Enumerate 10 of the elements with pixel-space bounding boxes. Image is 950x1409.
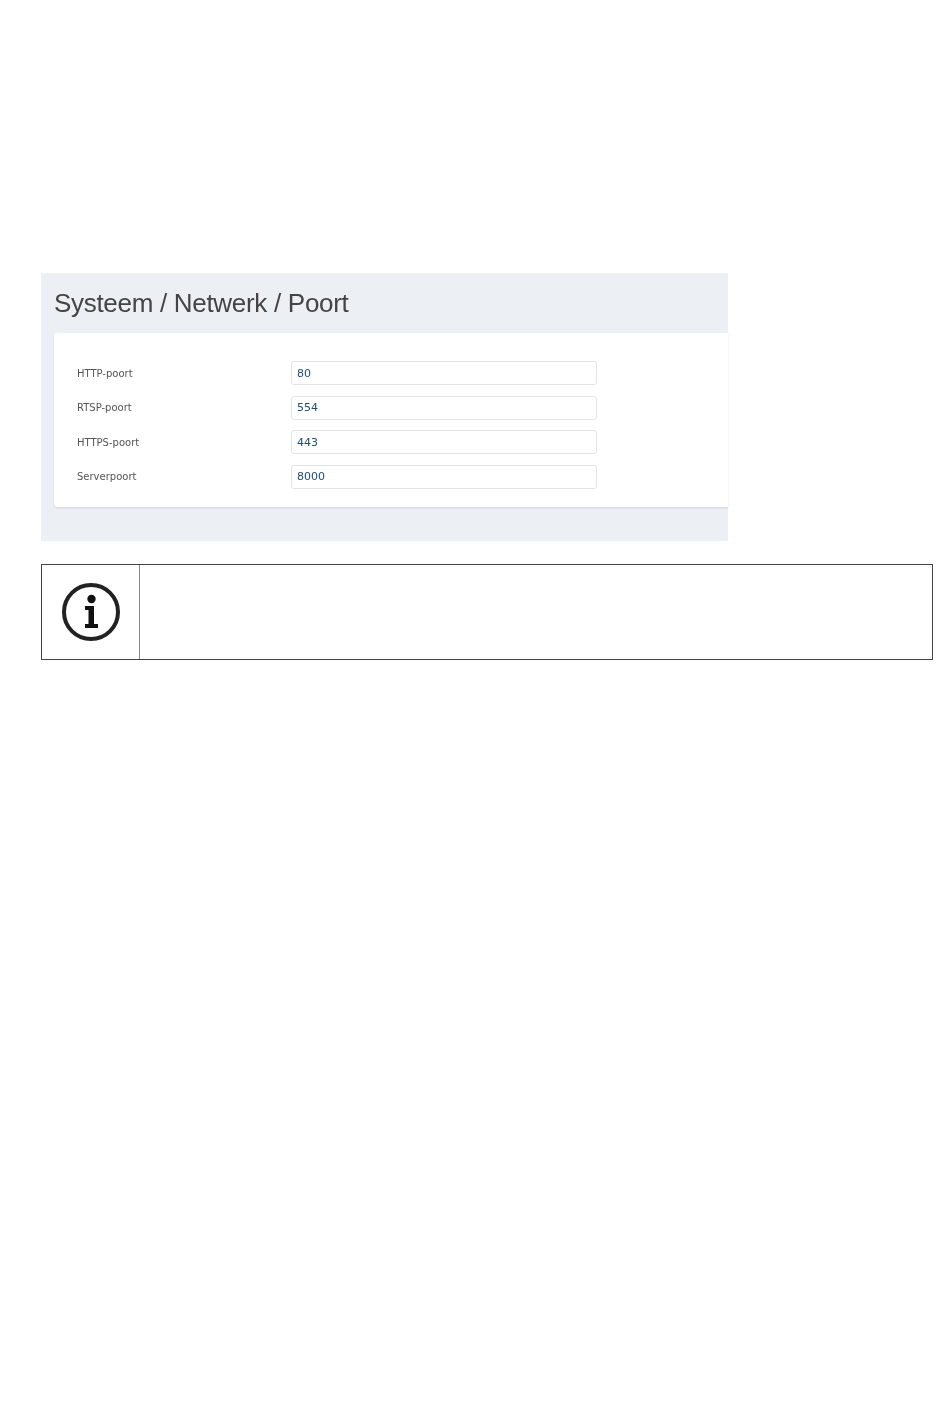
field-label: RTSP-poort — [77, 402, 133, 414]
field-label: HTTPS-poort — [77, 436, 141, 448]
input-field[interactable]: 80 — [291, 361, 597, 386]
input-field[interactable]: 554 — [291, 395, 597, 420]
page-title: Systeem / Netwerk / Poort — [54, 287, 349, 319]
info-icon — [60, 582, 121, 642]
input-field[interactable]: 443 — [291, 430, 597, 455]
field-label: Serverpoort — [77, 471, 138, 483]
input-field[interactable]: 8000 — [291, 464, 597, 489]
field-label: HTTP-poort — [77, 367, 134, 379]
